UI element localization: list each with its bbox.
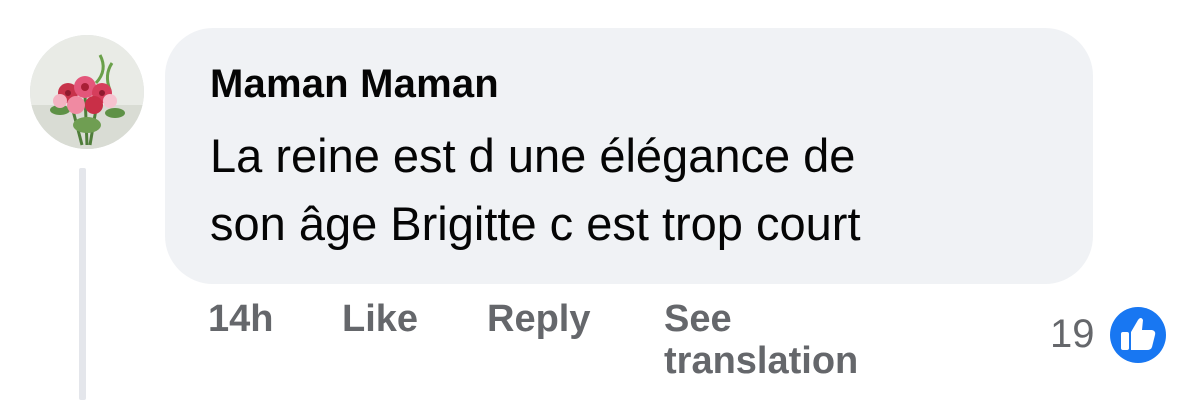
avatar[interactable] <box>30 35 144 149</box>
flower-bouquet-icon <box>30 35 144 149</box>
reaction-count[interactable]: 19 <box>1050 312 1095 357</box>
reply-button[interactable]: Reply <box>487 298 590 341</box>
thumbs-up-icon[interactable] <box>1105 302 1171 368</box>
comment-container: Maman Maman La reine est d une élégance … <box>0 0 1200 400</box>
comment-author[interactable]: Maman Maman <box>210 62 499 107</box>
comment-text: La reine est d une élégance de son âge B… <box>210 129 861 250</box>
like-button[interactable]: Like <box>342 298 418 341</box>
see-translation-button[interactable]: See translation <box>664 298 904 382</box>
thread-line <box>79 168 86 400</box>
comment-timestamp[interactable]: 14h <box>208 298 273 341</box>
